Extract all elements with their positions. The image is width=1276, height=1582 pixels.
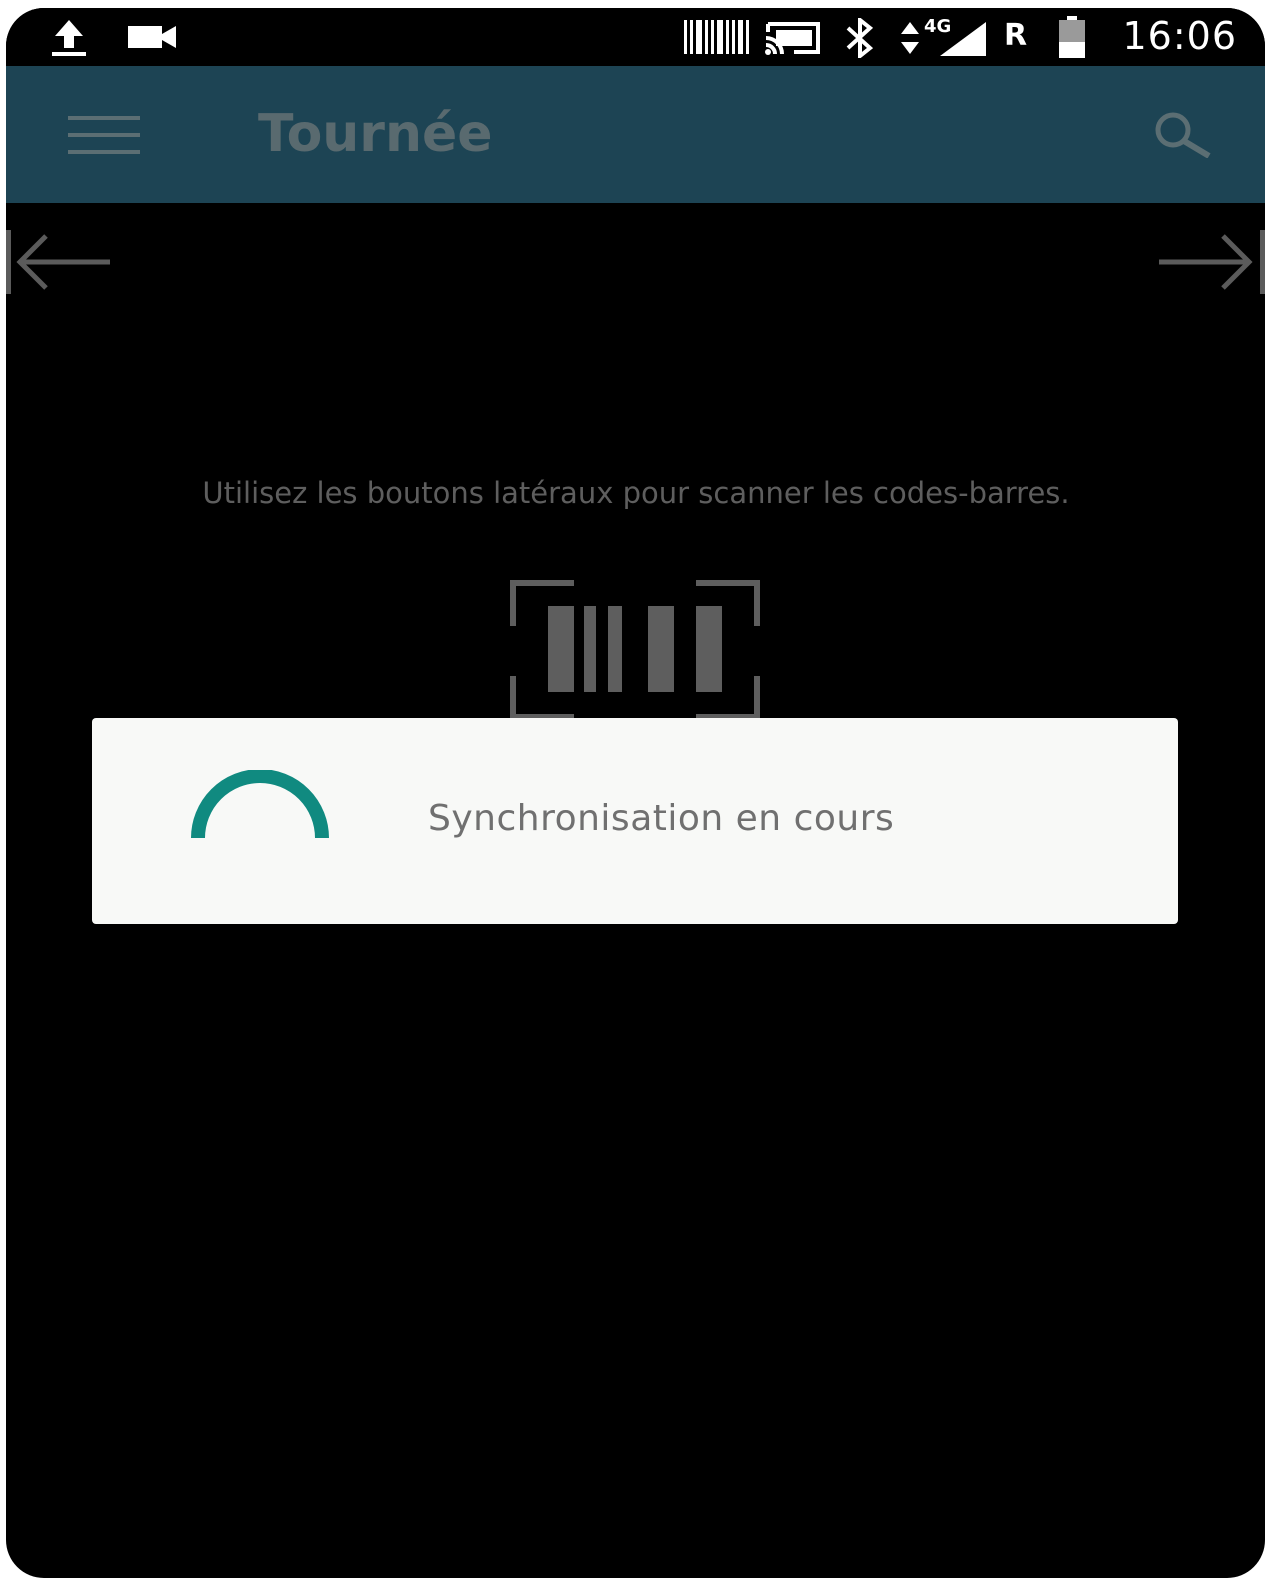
status-bar: 4G R 16:06 [6,8,1265,66]
search-icon[interactable] [1151,110,1215,158]
bluetooth-icon [846,18,874,58]
sync-progress-dialog: Synchronisation en cours [92,718,1178,924]
barcode-scanner-icon [684,20,749,54]
video-camera-icon [128,26,176,48]
barcode-icon [510,580,760,720]
dialog-message: Synchronisation en cours [428,798,895,839]
clock: 16:06 [1122,14,1237,58]
scan-instruction: Utilisez les boutons latéraux pour scann… [202,476,1070,510]
page-title: Tournée [258,104,493,164]
upload-icon [52,20,86,56]
phone-screen: 4G R 16:06 Tournée Utilisez les boutons … [6,8,1265,1578]
roaming-indicator: R [1004,18,1028,53]
signal-icon [940,22,986,56]
menu-icon[interactable] [68,116,140,154]
loading-spinner-icon [191,770,329,839]
cast-icon [765,22,820,55]
arrow-to-left-icon[interactable] [6,230,116,294]
app-bar: Tournée [6,66,1265,203]
arrow-to-right-icon[interactable] [1155,230,1265,294]
data-arrows-icon [901,22,919,54]
battery-icon [1059,16,1085,58]
